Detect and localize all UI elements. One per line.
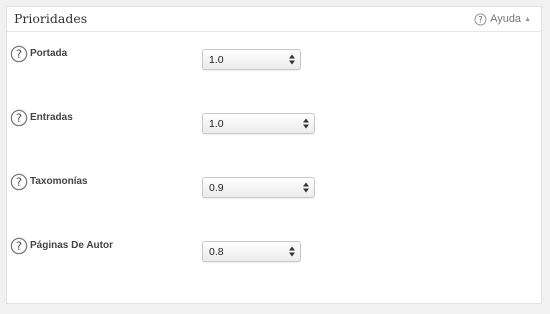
- select-value: 0.8: [209, 246, 224, 258]
- svg-text:?: ?: [16, 239, 22, 253]
- select-arrows-icon: [303, 182, 309, 193]
- priority-row-taxonomias: ? Taxomonías 0.9: [7, 173, 541, 198]
- priority-row-entradas: ? Entradas 1.0: [7, 109, 541, 134]
- svg-text:?: ?: [478, 14, 482, 24]
- row-label: Entradas: [30, 112, 73, 123]
- question-circle-icon: ?: [474, 13, 487, 25]
- select-arrows-icon: [303, 118, 309, 129]
- priority-select-paginas-de-autor[interactable]: 0.8: [202, 241, 301, 262]
- priority-row-portada: ? Portada 1.0: [7, 45, 541, 70]
- row-label: Portada: [30, 48, 68, 59]
- help-label: Ayuda: [490, 13, 522, 25]
- row-label: Páginas De Autor: [30, 240, 113, 251]
- question-circle-icon[interactable]: ?: [10, 45, 28, 63]
- priority-row-paginas-de-autor: ? Páginas De Autor 0.8: [7, 237, 541, 262]
- priority-select-portada[interactable]: 1.0: [202, 49, 301, 70]
- question-circle-icon[interactable]: ?: [10, 109, 28, 127]
- caret-up-icon: ▲: [524, 15, 531, 23]
- select-value: 0.9: [209, 182, 224, 194]
- svg-text:?: ?: [16, 175, 22, 189]
- priorities-panel: Prioridades ? Ayuda ▲ ? Portada 1.0 ? En…: [6, 6, 542, 304]
- panel-title: Prioridades: [14, 11, 88, 26]
- panel-header: Prioridades ? Ayuda ▲: [7, 7, 541, 32]
- svg-text:?: ?: [16, 47, 22, 61]
- svg-text:?: ?: [16, 111, 22, 125]
- priority-select-taxonomias[interactable]: 0.9: [202, 177, 315, 198]
- select-arrows-icon: [289, 54, 295, 65]
- priority-select-entradas[interactable]: 1.0: [202, 113, 315, 134]
- help-toggle-button[interactable]: ? Ayuda ▲: [474, 11, 531, 27]
- select-arrows-icon: [289, 246, 295, 257]
- question-circle-icon[interactable]: ?: [10, 237, 28, 255]
- select-value: 1.0: [209, 54, 224, 66]
- row-label: Taxomonías: [30, 176, 88, 187]
- question-circle-icon[interactable]: ?: [10, 173, 28, 191]
- select-value: 1.0: [209, 118, 224, 130]
